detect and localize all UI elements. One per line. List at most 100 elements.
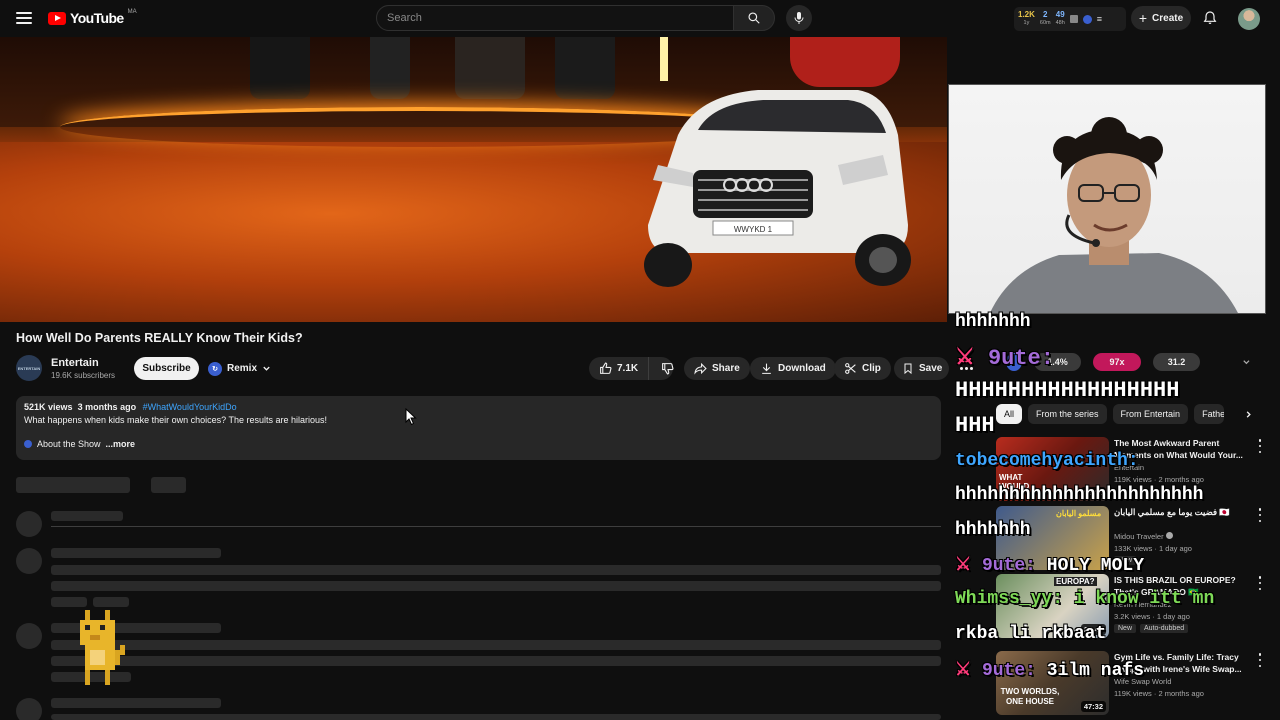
show-more-link[interactable]: ...more [106, 439, 136, 449]
like-button[interactable]: 7.1K [589, 357, 650, 380]
channel-name[interactable]: Midou Traveler [1114, 532, 1173, 541]
view-info: 133K views · 1 day ago [1114, 544, 1192, 553]
download-button[interactable]: Download [750, 357, 836, 380]
search-button[interactable] [733, 5, 775, 31]
chat-message: HHH [955, 413, 995, 438]
create-label: Create [1152, 12, 1184, 24]
subscribe-button[interactable]: Subscribe [134, 357, 199, 380]
about-show-link[interactable]: About the Show [37, 439, 101, 449]
video-title[interactable]: فضيت يوما مع مسلمي اليابان 🇯🇵 [1114, 506, 1250, 518]
comment-avatar-placeholder [16, 511, 42, 537]
comment-text-placeholder [51, 565, 941, 575]
comment-text-placeholder [51, 656, 941, 666]
ext-stat: 2 60m [1039, 10, 1051, 27]
overlay-stat: 31.2 [1152, 353, 1201, 371]
comments-count-placeholder [16, 477, 130, 493]
thumbs-down-icon [662, 363, 674, 375]
create-button[interactable]: + Create [1131, 6, 1191, 30]
clip-label: Clip [862, 363, 881, 374]
channel-avatar-text: ENTERTAIN [17, 365, 41, 371]
badges: New Auto-dubbed [1114, 624, 1189, 633]
chevron-right-icon [1246, 410, 1251, 418]
comment-text-placeholder [51, 640, 941, 650]
remix-button[interactable]: ↻ Remix [208, 358, 271, 379]
description-text: What happens when kids make their own ch… [24, 415, 327, 425]
comment-text-placeholder [51, 581, 941, 591]
chat-message: HHHHHHHHHHHHHHHHH [955, 378, 1180, 403]
chat-message: rkba li rkbaat [955, 624, 1107, 644]
extension-circle-icon [1082, 14, 1092, 24]
toy-car: WWYKD 1 [644, 90, 911, 287]
chevron-down-icon[interactable] [1242, 357, 1251, 367]
car-plate-text: WWYKD 1 [734, 225, 773, 234]
video-title: How Well Do Parents REALLY Know Their Ki… [16, 331, 303, 345]
chat-message: ⚔ 9ute: [955, 345, 1054, 371]
share-button[interactable]: Share [684, 357, 750, 380]
download-label: Download [778, 363, 826, 374]
logo-region: MA [127, 9, 137, 15]
clip-button[interactable]: Clip [834, 357, 891, 380]
chip-fathers[interactable]: Fathe [1194, 404, 1225, 424]
chat-username: 9ute: [981, 661, 1036, 681]
chat-message: hhhhhhh [955, 312, 1031, 332]
comment-avatar-placeholder [16, 698, 42, 720]
more-options-icon[interactable] [1258, 653, 1262, 667]
auto-dubbed-badge: Auto-dubbed [1140, 624, 1189, 633]
like-dislike-group: 7.1K [589, 357, 674, 380]
download-icon [762, 363, 771, 374]
channel-avatar[interactable]: ENTERTAIN [16, 355, 42, 381]
microphone-icon [794, 12, 804, 24]
account-avatar[interactable] [1238, 8, 1260, 30]
share-label: Share [712, 363, 740, 374]
thumbnail-text: TWO WORLDS, ONE HOUSE [1000, 687, 1060, 706]
comment-avatar-placeholder [16, 623, 42, 649]
extension-stats-widget[interactable]: 1.2K 1y 2 60m 49 48h ≡ [1014, 7, 1126, 31]
search-box[interactable] [376, 5, 734, 31]
description-box[interactable]: 521K views 3 months ago #WhatWouldYourKi… [16, 396, 941, 460]
chat-message: hhhhhhhhhhhhhhhhhhhhhhh [955, 485, 1204, 505]
top-bar: YouTube MA 1.2K1y 260m 4948h ≡ + Create [0, 0, 1280, 37]
view-info: 119K views · 2 months ago [1114, 475, 1204, 484]
comment-avatar-placeholder [16, 548, 42, 574]
menu-icon[interactable] [16, 10, 32, 26]
pixel-cat-sprite [80, 610, 125, 685]
scissors-icon [845, 363, 856, 374]
more-options-icon[interactable] [1258, 439, 1262, 453]
notifications-bell-icon[interactable] [1202, 10, 1218, 26]
voice-search-button[interactable] [786, 5, 812, 31]
youtube-logo[interactable]: YouTube MA [48, 9, 137, 26]
thumbnail-text: مسلمو اليابان [1056, 509, 1102, 518]
chip-from-entertain[interactable]: From Entertain [1112, 404, 1189, 424]
comment-input-placeholder [51, 511, 123, 521]
chip-all[interactable]: All [996, 404, 1023, 424]
save-button[interactable]: Save [894, 357, 949, 380]
hashtag-link[interactable]: #WhatWouldYourKidDo [143, 402, 237, 412]
chip-from-series[interactable]: From the series [1028, 404, 1107, 424]
comment-input-divider [51, 526, 941, 527]
search-icon [748, 12, 760, 24]
overlay-stat: 97x [1093, 353, 1141, 371]
upload-age: 3 months ago [77, 402, 137, 412]
ext-stat: 1.2K 1y [1018, 10, 1035, 27]
like-count: 7.1K [617, 363, 639, 374]
chat-message: tobecomehyacinth: [955, 451, 1139, 471]
comment-author-placeholder [51, 698, 221, 708]
remix-icon: ↻ [208, 361, 222, 376]
youtube-play-icon [48, 11, 66, 25]
ext-stat: 49 48h [1055, 10, 1065, 27]
bookmark-icon [904, 363, 912, 375]
comment-action-placeholder [51, 597, 87, 607]
chat-message: Whimss_yy: i know itt mn [955, 589, 1215, 609]
chevron-down-icon [263, 366, 270, 371]
more-options-icon[interactable] [1258, 576, 1262, 590]
grid-icon [1069, 15, 1078, 23]
channel-name[interactable]: Entertain [51, 357, 99, 369]
video-player[interactable]: WWYKD 1 [0, 37, 947, 322]
dislike-button[interactable] [654, 357, 681, 380]
chips-next-button[interactable] [1240, 406, 1256, 422]
search-input[interactable] [387, 12, 723, 24]
related-filter-chips: All From the series From Entertain Fathe [996, 404, 1225, 424]
more-options-icon[interactable] [1258, 508, 1262, 522]
thumbnail-text: EUROPA? [1054, 577, 1097, 586]
list-icon: ≡ [1096, 14, 1103, 24]
